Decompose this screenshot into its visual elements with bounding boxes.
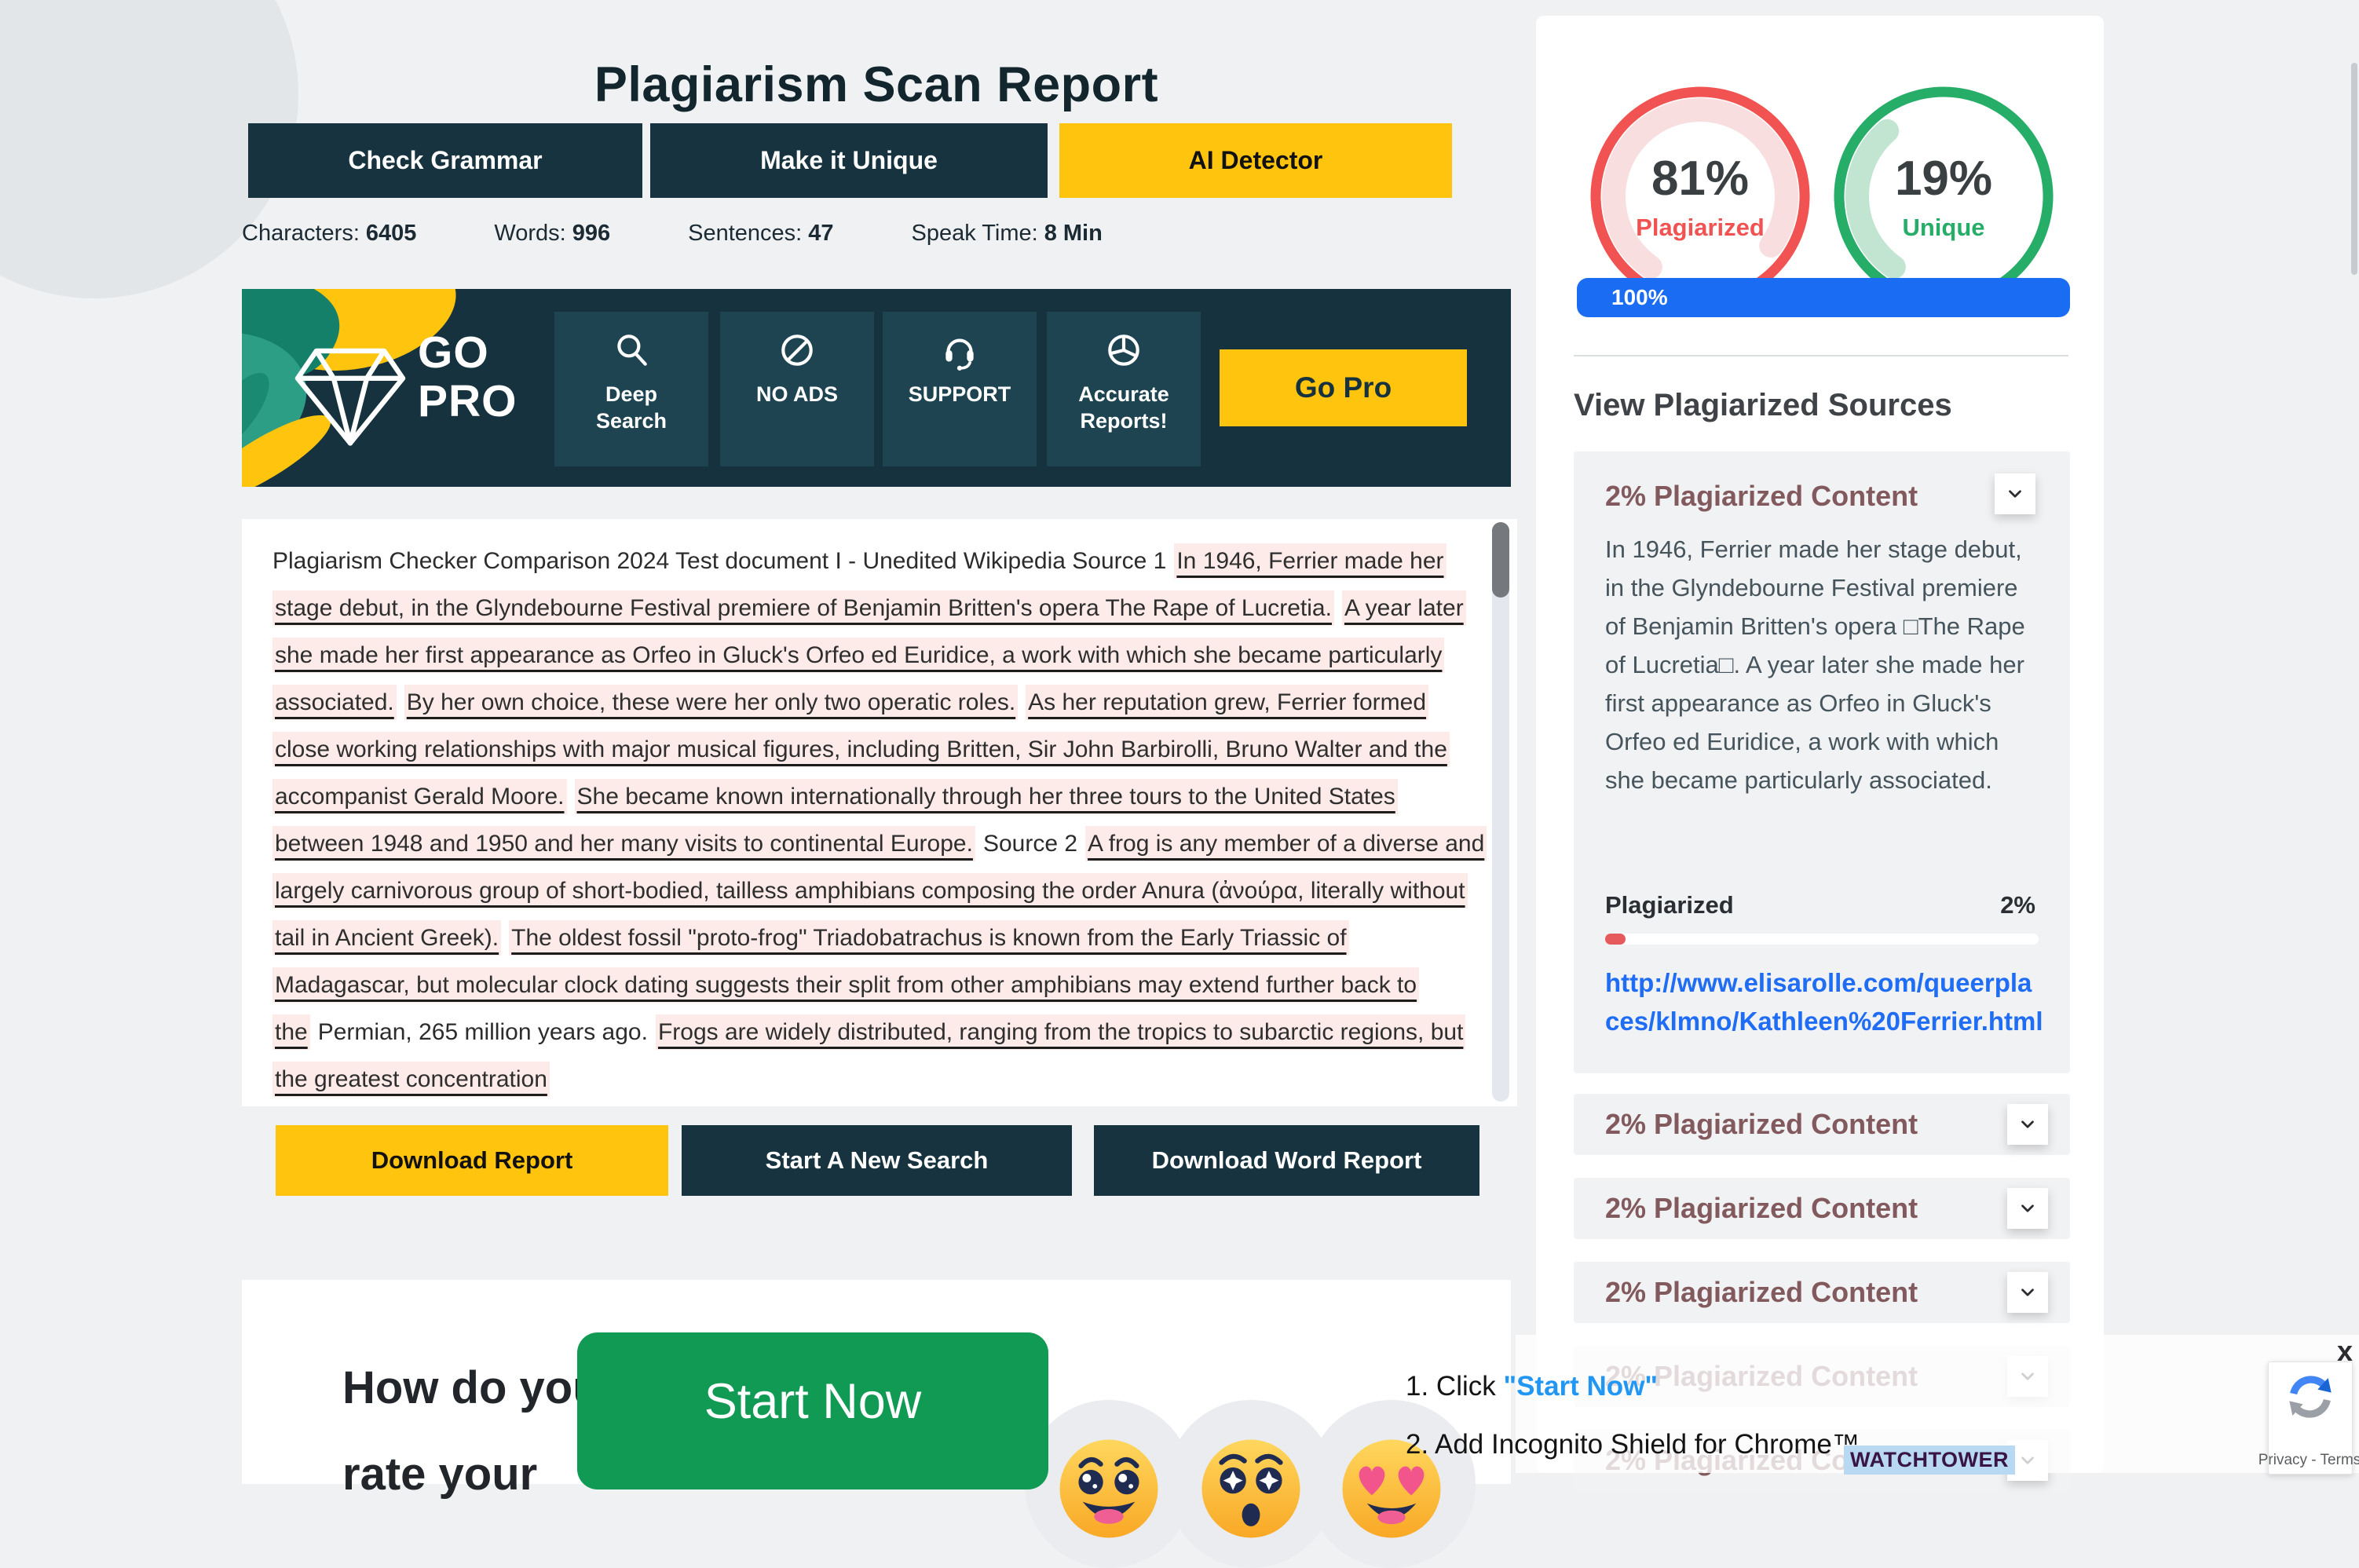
source-card-title: 2% Plagiarized Content	[1605, 1276, 1918, 1309]
rating-question-line2: rate your	[342, 1448, 537, 1500]
chevron-down-icon	[2017, 1198, 2038, 1219]
download-report-button[interactable]: Download Report	[276, 1125, 668, 1196]
step1-start-now-link[interactable]: "Start Now"	[1503, 1371, 1658, 1402]
unique-label: Unique	[1830, 214, 2057, 242]
go-pro-button[interactable]: Go Pro	[1220, 349, 1467, 426]
expand-source-button[interactable]	[2007, 1104, 2048, 1145]
source-metric-bar-fill	[1605, 934, 1626, 945]
stat-value: 47	[808, 221, 833, 246]
source-excerpt: In 1946, Ferrier made her stage debut, i…	[1605, 530, 2042, 874]
page-title: Plagiarism Scan Report	[242, 57, 1511, 113]
scan-progress-bar: 100%	[1577, 278, 2070, 317]
plagiarized-label: Plagiarized	[1586, 214, 1814, 242]
source-card-expanded: 2% Plagiarized Content In 1946, Ferrier …	[1574, 451, 2070, 1073]
window-scrollbar-thumb[interactable]	[2351, 63, 2357, 275]
go-pro-brand: GO PRO	[418, 328, 518, 426]
stat-item: Speak Time:8 Min	[912, 221, 1103, 247]
chevron-down-icon	[2017, 1114, 2038, 1135]
ad-instruction-step1: 1. Click "Start Now"	[1406, 1371, 1658, 1402]
source-metric-bar	[1605, 934, 2039, 945]
no-ads-icon	[777, 327, 817, 373]
pie-chart-icon	[1104, 327, 1143, 373]
source-card-collapsed[interactable]: 2% Plagiarized Content	[1574, 1262, 2070, 1323]
feature-support: SUPPORT	[883, 312, 1037, 466]
rating-emoji-heart-eyes[interactable]	[1308, 1400, 1476, 1568]
unique-percent: 19%	[1830, 151, 2057, 207]
feature-no-ads: NO ADS	[720, 312, 874, 466]
recaptcha-privacy-terms[interactable]: Privacy - Terms	[2239, 1452, 2359, 1469]
source-card-title: 2% Plagiarized Content	[1605, 1108, 1918, 1141]
headset-icon	[939, 327, 980, 373]
stat-value: 8 Min	[1044, 221, 1103, 246]
stat-label: Characters:	[242, 221, 360, 246]
stat-item: Sentences:47	[688, 221, 833, 247]
collapse-source-button[interactable]	[1995, 473, 2035, 514]
watchtower-logo: WATCHTOWER	[1844, 1446, 2015, 1475]
results-sidebar: 81% Plagiarized 19% Unique 100% View Pla…	[1536, 16, 2104, 1473]
source-card-title: 2% Plagiarized Content	[1605, 1192, 1918, 1225]
stat-label: Words:	[494, 221, 565, 246]
source-url-link[interactable]: http://www.elisarolle.com/queerplaces/kl…	[1605, 963, 2045, 1040]
stat-label: Sentences:	[688, 221, 802, 246]
document-stats: Characters:6405 Words: 996 Sentences:47 Spea…	[242, 221, 1103, 247]
document-segment: Permian, 265 million years ago.	[318, 1019, 648, 1045]
feature-label: SUPPORT	[909, 381, 1011, 408]
document-scrollbar-thumb[interactable]	[1492, 522, 1509, 598]
chevron-down-icon	[2005, 484, 2025, 504]
document-panel: Plagiarism Checker Comparison 2024 Test …	[242, 519, 1517, 1106]
start-now-button[interactable]: Start Now	[577, 1332, 1048, 1489]
go-pro-banner: GO PRO Deep Search NO ADS SUPPORT Accura…	[242, 289, 1511, 487]
feature-label: Accurate Reports!	[1078, 381, 1169, 434]
document-scrollbar[interactable]	[1492, 522, 1509, 1102]
source-card-collapsed[interactable]: 2% Plagiarized Content	[1574, 1178, 2070, 1239]
expand-source-button[interactable]	[2007, 1272, 2048, 1313]
feature-label: NO ADS	[756, 381, 838, 408]
check-grammar-button[interactable]: Check Grammar	[248, 123, 642, 198]
recaptcha-badge[interactable]: Privacy - Terms	[2268, 1361, 2353, 1475]
feature-accurate-reports: Accurate Reports!	[1047, 312, 1201, 466]
stat-item: Words: 996	[494, 221, 610, 247]
stat-value: 6405	[366, 221, 417, 246]
feature-label: Deep Search	[596, 381, 667, 434]
excited-emoji-icon	[1050, 1430, 1168, 1548]
feature-deep-search: Deep Search	[554, 312, 708, 466]
sources-title: View Plagiarized Sources	[1574, 388, 1952, 423]
stat-label: Speak Time:	[912, 221, 1038, 246]
search-icon	[612, 327, 651, 373]
rating-question-line1: How do you	[342, 1361, 601, 1414]
document-segment: Plagiarism Checker Comparison 2024 Test …	[272, 548, 1166, 574]
diamond-icon	[289, 339, 411, 449]
plagiarized-percent: 81%	[1586, 151, 1814, 207]
source-metric-label: Plagiarized	[1605, 891, 1734, 919]
ai-detector-button[interactable]: AI Detector	[1059, 123, 1452, 198]
stat-item: Characters:6405	[242, 221, 416, 247]
download-word-report-button[interactable]: Download Word Report	[1094, 1125, 1479, 1196]
document-text: Plagiarism Checker Comparison 2024 Test …	[269, 538, 1487, 1103]
expand-source-button[interactable]	[2007, 1188, 2048, 1229]
ad-instruction-step2: 2. Add Incognito Shield for Chrome™	[1406, 1429, 1860, 1460]
recaptcha-icon	[2285, 1372, 2335, 1422]
source-metric-value: 2%	[2000, 891, 2035, 919]
chevron-down-icon	[2017, 1282, 2038, 1303]
document-segment: By her own choice, these were her only t…	[404, 685, 1018, 720]
astonished-emoji-icon	[1192, 1430, 1310, 1548]
start-new-search-button[interactable]: Start A New Search	[682, 1125, 1072, 1196]
source-card-collapsed[interactable]: 2% Plagiarized Content	[1574, 1094, 2070, 1155]
make-it-unique-button[interactable]: Make it Unique	[650, 123, 1048, 198]
source-card-title: 2% Plagiarized Content	[1605, 480, 1918, 513]
sidebar-divider	[1574, 355, 2068, 356]
start-now-label: Start Now	[577, 1373, 1048, 1430]
stat-value: 996	[572, 221, 610, 246]
document-segment: Source 2	[983, 831, 1077, 857]
step1-prefix: 1. Click	[1406, 1371, 1503, 1402]
